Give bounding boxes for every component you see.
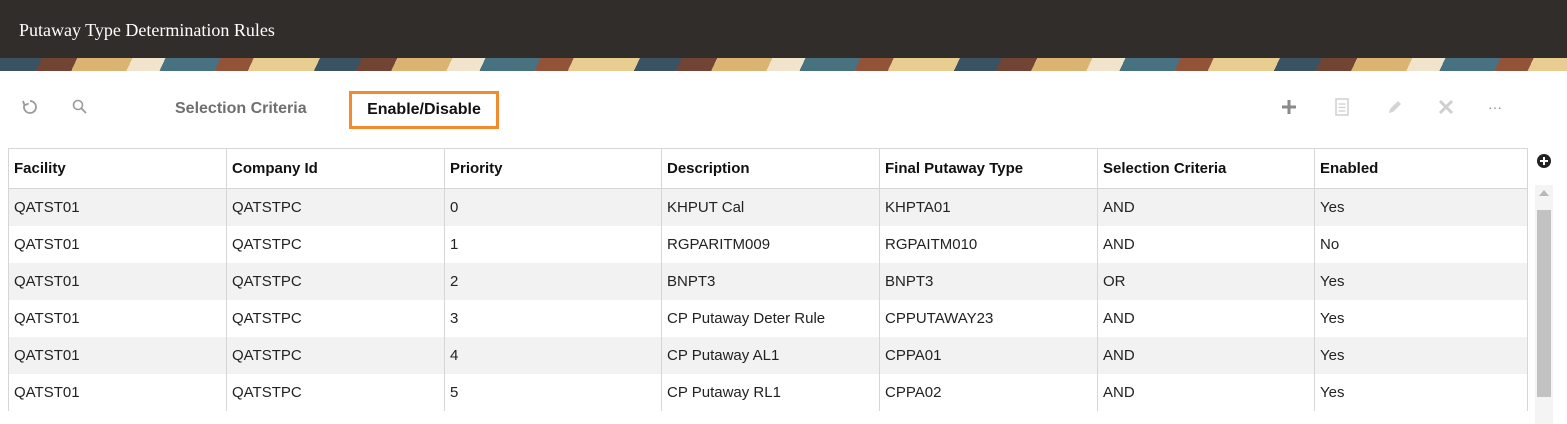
cell-facility: QATST01 xyxy=(8,374,227,411)
cell-facility: QATST01 xyxy=(8,226,227,263)
cell-selection-criteria: AND xyxy=(1097,188,1315,226)
delete-icon[interactable] xyxy=(1434,95,1458,119)
toolbar: Selection Criteria Enable/Disable ··· xyxy=(3,71,1564,148)
column-header-priority[interactable]: Priority xyxy=(444,148,662,189)
edit-icon[interactable] xyxy=(1383,95,1407,119)
cell-enabled: Yes xyxy=(1314,374,1528,411)
cell-facility: QATST01 xyxy=(8,188,227,226)
cell-enabled: Yes xyxy=(1314,188,1528,226)
cell-enabled: Yes xyxy=(1314,337,1528,374)
cell-company-id: QATSTPC xyxy=(226,300,445,337)
table-row[interactable]: QATST01 QATSTPC 1 RGPARITM009 RGPAITM010… xyxy=(8,226,1528,263)
cell-final-putaway-type: CPPUTAWAY23 xyxy=(879,300,1098,337)
cell-company-id: QATSTPC xyxy=(226,188,445,226)
rules-table: Facility Company Id Priority Description… xyxy=(8,148,1528,411)
cell-company-id: QATSTPC xyxy=(226,337,445,374)
more-options-icon[interactable]: ··· xyxy=(1483,95,1507,119)
cell-company-id: QATSTPC xyxy=(226,226,445,263)
cell-final-putaway-type: CPPA02 xyxy=(879,374,1098,411)
refresh-icon[interactable] xyxy=(18,95,42,119)
table-row[interactable]: QATST01 QATSTPC 3 CP Putaway Deter Rule … xyxy=(8,300,1528,337)
cell-description: CP Putaway Deter Rule xyxy=(661,300,880,337)
tab-enable-disable[interactable]: Enable/Disable xyxy=(349,91,499,129)
add-icon[interactable] xyxy=(1277,95,1301,119)
table-row[interactable]: QATST01 QATSTPC 0 KHPUT Cal KHPTA01 AND … xyxy=(8,188,1528,226)
cell-description: CP Putaway RL1 xyxy=(661,374,880,411)
cell-company-id: QATSTPC xyxy=(226,263,445,300)
cell-facility: QATST01 xyxy=(8,263,227,300)
table-header-row: Facility Company Id Priority Description… xyxy=(8,148,1528,189)
table-row[interactable]: QATST01 QATSTPC 2 BNPT3 BNPT3 OR Yes xyxy=(8,263,1528,300)
table-row[interactable]: QATST01 QATSTPC 5 CP Putaway RL1 CPPA02 … xyxy=(8,374,1528,411)
decorative-banner xyxy=(0,58,1567,71)
cell-priority: 4 xyxy=(444,337,662,374)
column-header-company-id[interactable]: Company Id xyxy=(226,148,445,189)
cell-selection-criteria: OR xyxy=(1097,263,1315,300)
search-icon[interactable] xyxy=(68,95,92,119)
details-icon[interactable] xyxy=(1330,95,1354,119)
cell-enabled: Yes xyxy=(1314,300,1528,337)
main-panel: Selection Criteria Enable/Disable ··· Fa… xyxy=(3,71,1564,424)
cell-selection-criteria: AND xyxy=(1097,300,1315,337)
cell-facility: QATST01 xyxy=(8,300,227,337)
column-header-selection-criteria[interactable]: Selection Criteria xyxy=(1097,148,1315,189)
column-header-description[interactable]: Description xyxy=(661,148,880,189)
cell-selection-criteria: AND xyxy=(1097,374,1315,411)
scrollbar-thumb[interactable] xyxy=(1537,210,1551,397)
cell-selection-criteria: AND xyxy=(1097,226,1315,263)
cell-final-putaway-type: KHPTA01 xyxy=(879,188,1098,226)
cell-description: BNPT3 xyxy=(661,263,880,300)
cell-description: RGPARITM009 xyxy=(661,226,880,263)
cell-priority: 2 xyxy=(444,263,662,300)
cell-final-putaway-type: CPPA01 xyxy=(879,337,1098,374)
table-row[interactable]: QATST01 QATSTPC 4 CP Putaway AL1 CPPA01 … xyxy=(8,337,1528,374)
cell-priority: 5 xyxy=(444,374,662,411)
cell-selection-criteria: AND xyxy=(1097,337,1315,374)
column-header-facility[interactable]: Facility xyxy=(8,148,227,189)
add-column-icon[interactable] xyxy=(1533,150,1555,172)
cell-priority: 3 xyxy=(444,300,662,337)
scroll-up-arrow-icon[interactable] xyxy=(1539,190,1549,196)
column-header-enabled[interactable]: Enabled xyxy=(1314,148,1528,189)
cell-priority: 1 xyxy=(444,226,662,263)
cell-final-putaway-type: BNPT3 xyxy=(879,263,1098,300)
cell-description: CP Putaway AL1 xyxy=(661,337,880,374)
tab-selection-criteria[interactable]: Selection Criteria xyxy=(175,100,307,118)
column-header-final-putaway-type[interactable]: Final Putaway Type xyxy=(879,148,1098,189)
cell-final-putaway-type: RGPAITM010 xyxy=(879,226,1098,263)
title-bar: Putaway Type Determination Rules xyxy=(0,0,1567,58)
cell-company-id: QATSTPC xyxy=(226,374,445,411)
cell-enabled: Yes xyxy=(1314,263,1528,300)
cell-description: KHPUT Cal xyxy=(661,188,880,226)
cell-enabled: No xyxy=(1314,226,1528,263)
cell-priority: 0 xyxy=(444,188,662,226)
page-title: Putaway Type Determination Rules xyxy=(19,20,275,40)
cell-facility: QATST01 xyxy=(8,337,227,374)
